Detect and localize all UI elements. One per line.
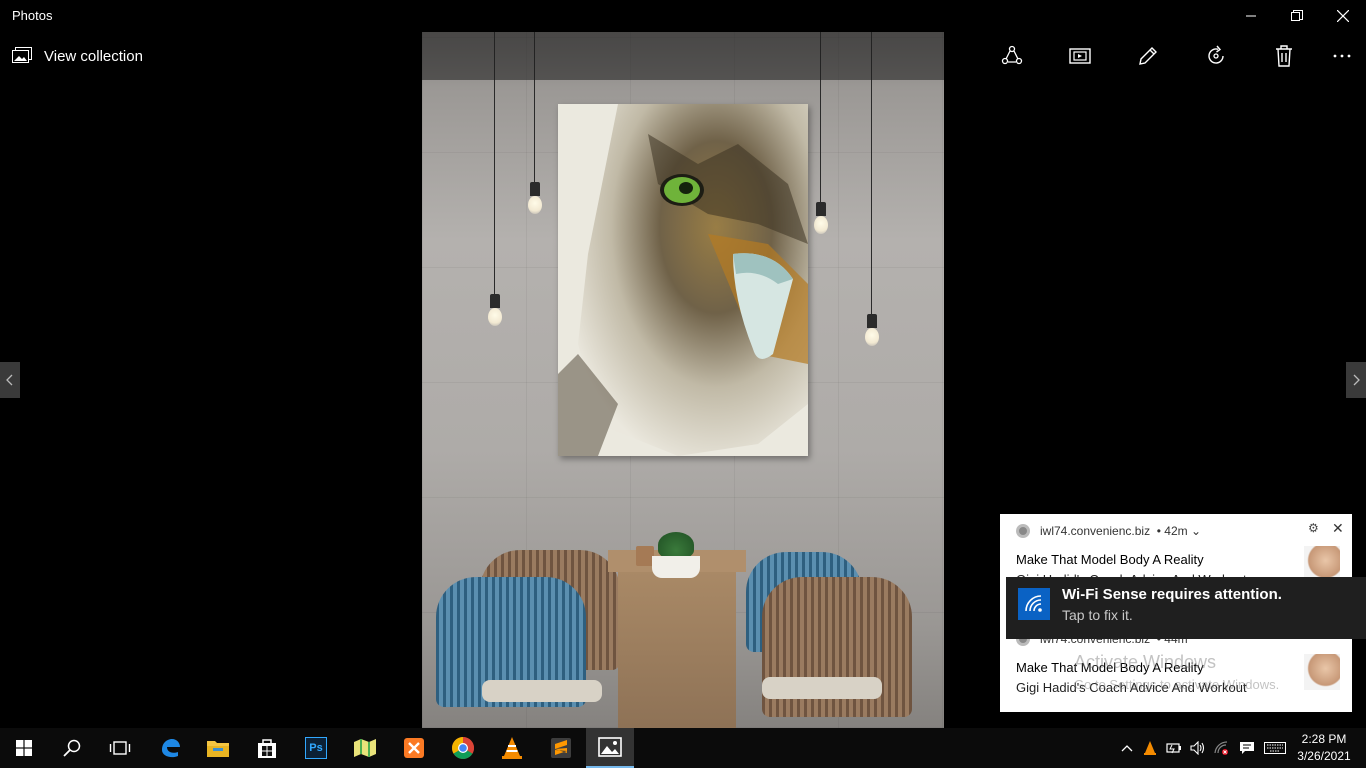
rotate-button[interactable] — [1204, 44, 1228, 68]
chair-cushion — [482, 680, 602, 702]
action-center-button[interactable] — [1239, 740, 1255, 756]
delete-button[interactable] — [1272, 44, 1296, 68]
activate-windows-subtext: Go to Settings to activate Windows. — [1074, 677, 1280, 692]
vlc-button[interactable] — [488, 728, 536, 768]
notification-title: Make That Model Body A Reality — [1016, 552, 1204, 567]
sublime-button[interactable] — [537, 728, 585, 768]
notification-age: 42m — [1164, 524, 1188, 538]
close-icon[interactable]: ✕ — [1332, 520, 1344, 537]
chrome-icon — [452, 737, 474, 759]
photoshop-label: Ps — [309, 742, 323, 754]
start-button[interactable] — [0, 728, 48, 768]
vlc-icon — [502, 737, 522, 759]
table-legs — [618, 572, 736, 728]
toast-title: Wi-Fi Sense requires attention. — [1062, 586, 1282, 603]
notification-icon — [1240, 742, 1254, 754]
clock-date: 3/26/2021 — [1297, 749, 1351, 763]
chair-cushion — [762, 677, 882, 699]
more-button[interactable] — [1330, 44, 1354, 68]
task-view-icon — [109, 741, 131, 755]
close-icon — [1337, 10, 1349, 22]
vlc-tray-button[interactable] — [1142, 740, 1158, 756]
edge-button[interactable] — [146, 728, 194, 768]
notification-domain: iwl74.convenienc.biz — [1040, 524, 1151, 538]
photoshop-icon: Ps — [305, 737, 327, 759]
previous-button[interactable] — [0, 362, 20, 398]
app-title: Photos — [12, 8, 53, 23]
title-bar: Photos — [0, 0, 1366, 32]
clock-time: 2:28 PM — [1301, 732, 1347, 746]
show-hidden-icons-button[interactable] — [1119, 740, 1135, 756]
store-icon — [258, 739, 276, 758]
more-icon — [1333, 54, 1351, 58]
battery-icon — [1166, 743, 1181, 754]
notification-thumbnail — [1304, 654, 1340, 690]
volume-button[interactable] — [1190, 740, 1206, 756]
network-button[interactable] — [1214, 740, 1230, 756]
maps-button[interactable] — [341, 728, 389, 768]
edit-pencil-icon — [1139, 47, 1157, 65]
notification-source: iwl74.convenienc.biz • 42m ⌄ — [1016, 524, 1201, 538]
next-arrow-icon — [1353, 374, 1360, 386]
start-icon — [16, 740, 32, 756]
eagle-painting — [558, 104, 808, 456]
delete-icon — [1276, 45, 1292, 67]
view-collection-label: View collection — [44, 47, 143, 65]
gear-icon[interactable]: ⚙ — [1308, 521, 1319, 535]
chrome-icon — [1016, 524, 1030, 538]
photos-app: Photos View collection iwl74.convenienc.… — [0, 0, 1366, 768]
share-icon — [1001, 45, 1023, 65]
store-button[interactable] — [243, 728, 291, 768]
vlc-tray-icon — [1144, 741, 1156, 755]
minimize-button[interactable] — [1228, 0, 1274, 32]
sublime-icon — [551, 738, 571, 758]
keyboard-icon — [1264, 742, 1286, 754]
pendant-lamp — [865, 32, 879, 352]
clock[interactable]: 2:28 PM 3/26/2021 — [1292, 731, 1356, 765]
photos-button[interactable] — [586, 728, 634, 768]
photoshop-button[interactable]: Ps — [292, 728, 340, 768]
toolbar-overlay — [422, 32, 944, 80]
photo-view[interactable] — [422, 32, 944, 728]
photos-icon — [598, 737, 622, 757]
task-view-button[interactable] — [96, 728, 144, 768]
edit-button[interactable] — [1136, 44, 1160, 68]
restore-icon — [1291, 10, 1303, 21]
plant-pot — [652, 556, 700, 578]
volume-icon — [1190, 741, 1205, 755]
xampp-button[interactable] — [390, 728, 438, 768]
toast-subtitle: Tap to fix it. — [1062, 607, 1133, 623]
minimize-icon — [1246, 15, 1256, 17]
xampp-icon — [404, 738, 424, 758]
file-explorer-icon — [207, 741, 229, 757]
restore-button[interactable] — [1274, 0, 1320, 32]
rotate-icon — [1208, 45, 1224, 64]
maps-icon — [354, 739, 376, 757]
collection-icon — [12, 47, 32, 63]
wifi-sense-toast[interactable]: Wi-Fi Sense requires attention. Tap to f… — [1006, 577, 1366, 639]
plant — [658, 532, 694, 558]
search-button[interactable] — [48, 728, 96, 768]
slideshow-icon — [1069, 48, 1091, 64]
taskbar: Ps 2:28 PM 3/26/2021 — [0, 728, 1366, 768]
touch-keyboard-button[interactable] — [1264, 740, 1286, 756]
slideshow-button[interactable] — [1068, 44, 1092, 68]
chevron-up-icon — [1121, 745, 1133, 752]
photo-toolbar: View collection — [0, 32, 1366, 80]
file-explorer-button[interactable] — [194, 728, 242, 768]
wifi-icon — [1018, 588, 1050, 620]
edge-icon — [162, 739, 180, 758]
search-icon — [63, 739, 81, 757]
chrome-button[interactable] — [439, 728, 487, 768]
previous-arrow-icon — [6, 374, 13, 386]
close-window-button[interactable] — [1320, 0, 1366, 32]
network-icon — [1214, 741, 1228, 755]
chevron-down-icon[interactable]: ⌄ — [1188, 524, 1201, 538]
activate-windows-watermark: Activate Windows — [1074, 652, 1217, 672]
view-collection-button[interactable]: View collection — [12, 44, 143, 68]
share-button[interactable] — [1000, 44, 1024, 68]
next-button[interactable] — [1346, 362, 1366, 398]
battery-button[interactable] — [1166, 740, 1182, 756]
